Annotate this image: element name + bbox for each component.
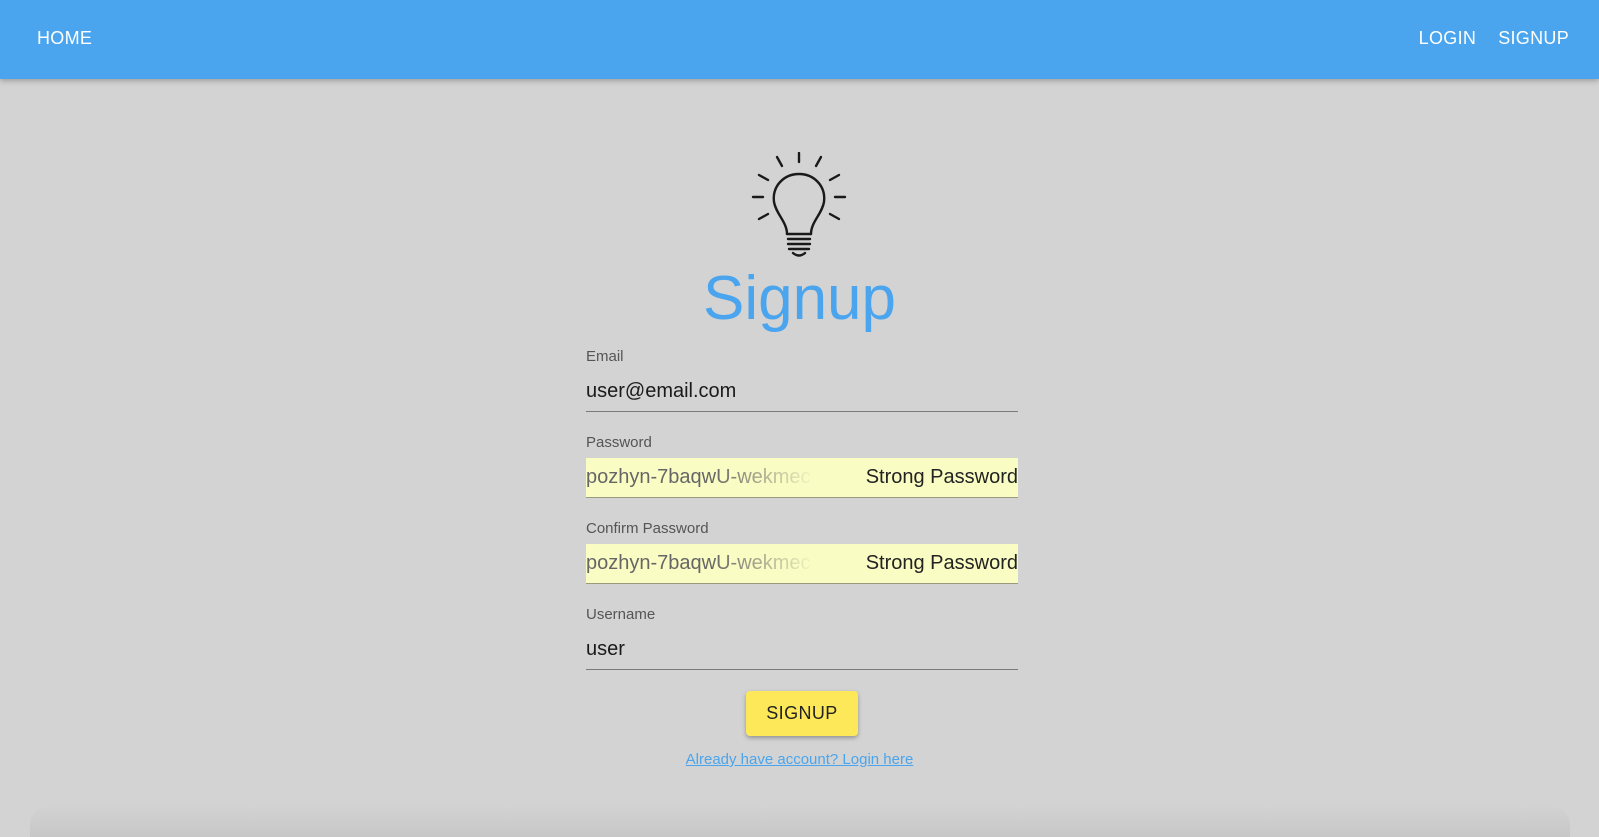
confirm-password-label: Confirm Password [586, 520, 709, 537]
signup-button[interactable]: SIGNUP [746, 691, 858, 736]
nav-home-link[interactable]: HOME [37, 26, 92, 50]
confirm-password-strength-label: Strong Password [865, 552, 1018, 574]
username-input[interactable]: user [586, 630, 1018, 670]
nav-signup-link[interactable]: SIGNUP [1498, 26, 1569, 50]
confirm-password-value: pozhyn-7baqwU-wekmec [586, 552, 811, 574]
email-label: Email [586, 348, 624, 365]
top-navbar: HOME LOGIN SIGNUP [0, 0, 1599, 79]
card-bottom-shadow [30, 805, 1570, 837]
page-title: Signup [702, 264, 897, 333]
password-field-group: Password pozhyn-7baqwU-wekmec Strong Pas… [586, 434, 1018, 498]
confirm-password-field-group: Confirm Password pozhyn-7baqwU-wekmec St… [586, 520, 1018, 584]
password-input[interactable]: pozhyn-7baqwU-wekmec Strong Password [586, 458, 1018, 498]
password-label: Password [586, 434, 652, 451]
email-value: user@email.com [586, 380, 737, 402]
email-input[interactable]: user@email.com [586, 372, 1018, 412]
nav-right-group: LOGIN SIGNUP [1419, 26, 1569, 50]
username-label: Username [586, 606, 656, 623]
confirm-password-input[interactable]: pozhyn-7baqwU-wekmec Strong Password [586, 544, 1018, 584]
password-strength-label: Strong Password [865, 466, 1018, 488]
username-value: user [586, 638, 625, 660]
lightbulb-icon [751, 152, 847, 257]
nav-login-link[interactable]: LOGIN [1419, 26, 1477, 50]
login-here-link[interactable]: Already have account? Login here [0, 751, 1599, 768]
password-value: pozhyn-7baqwU-wekmec [586, 466, 811, 488]
username-field-group: Username user [586, 606, 1018, 670]
email-field-group: Email user@email.com [586, 348, 1018, 412]
